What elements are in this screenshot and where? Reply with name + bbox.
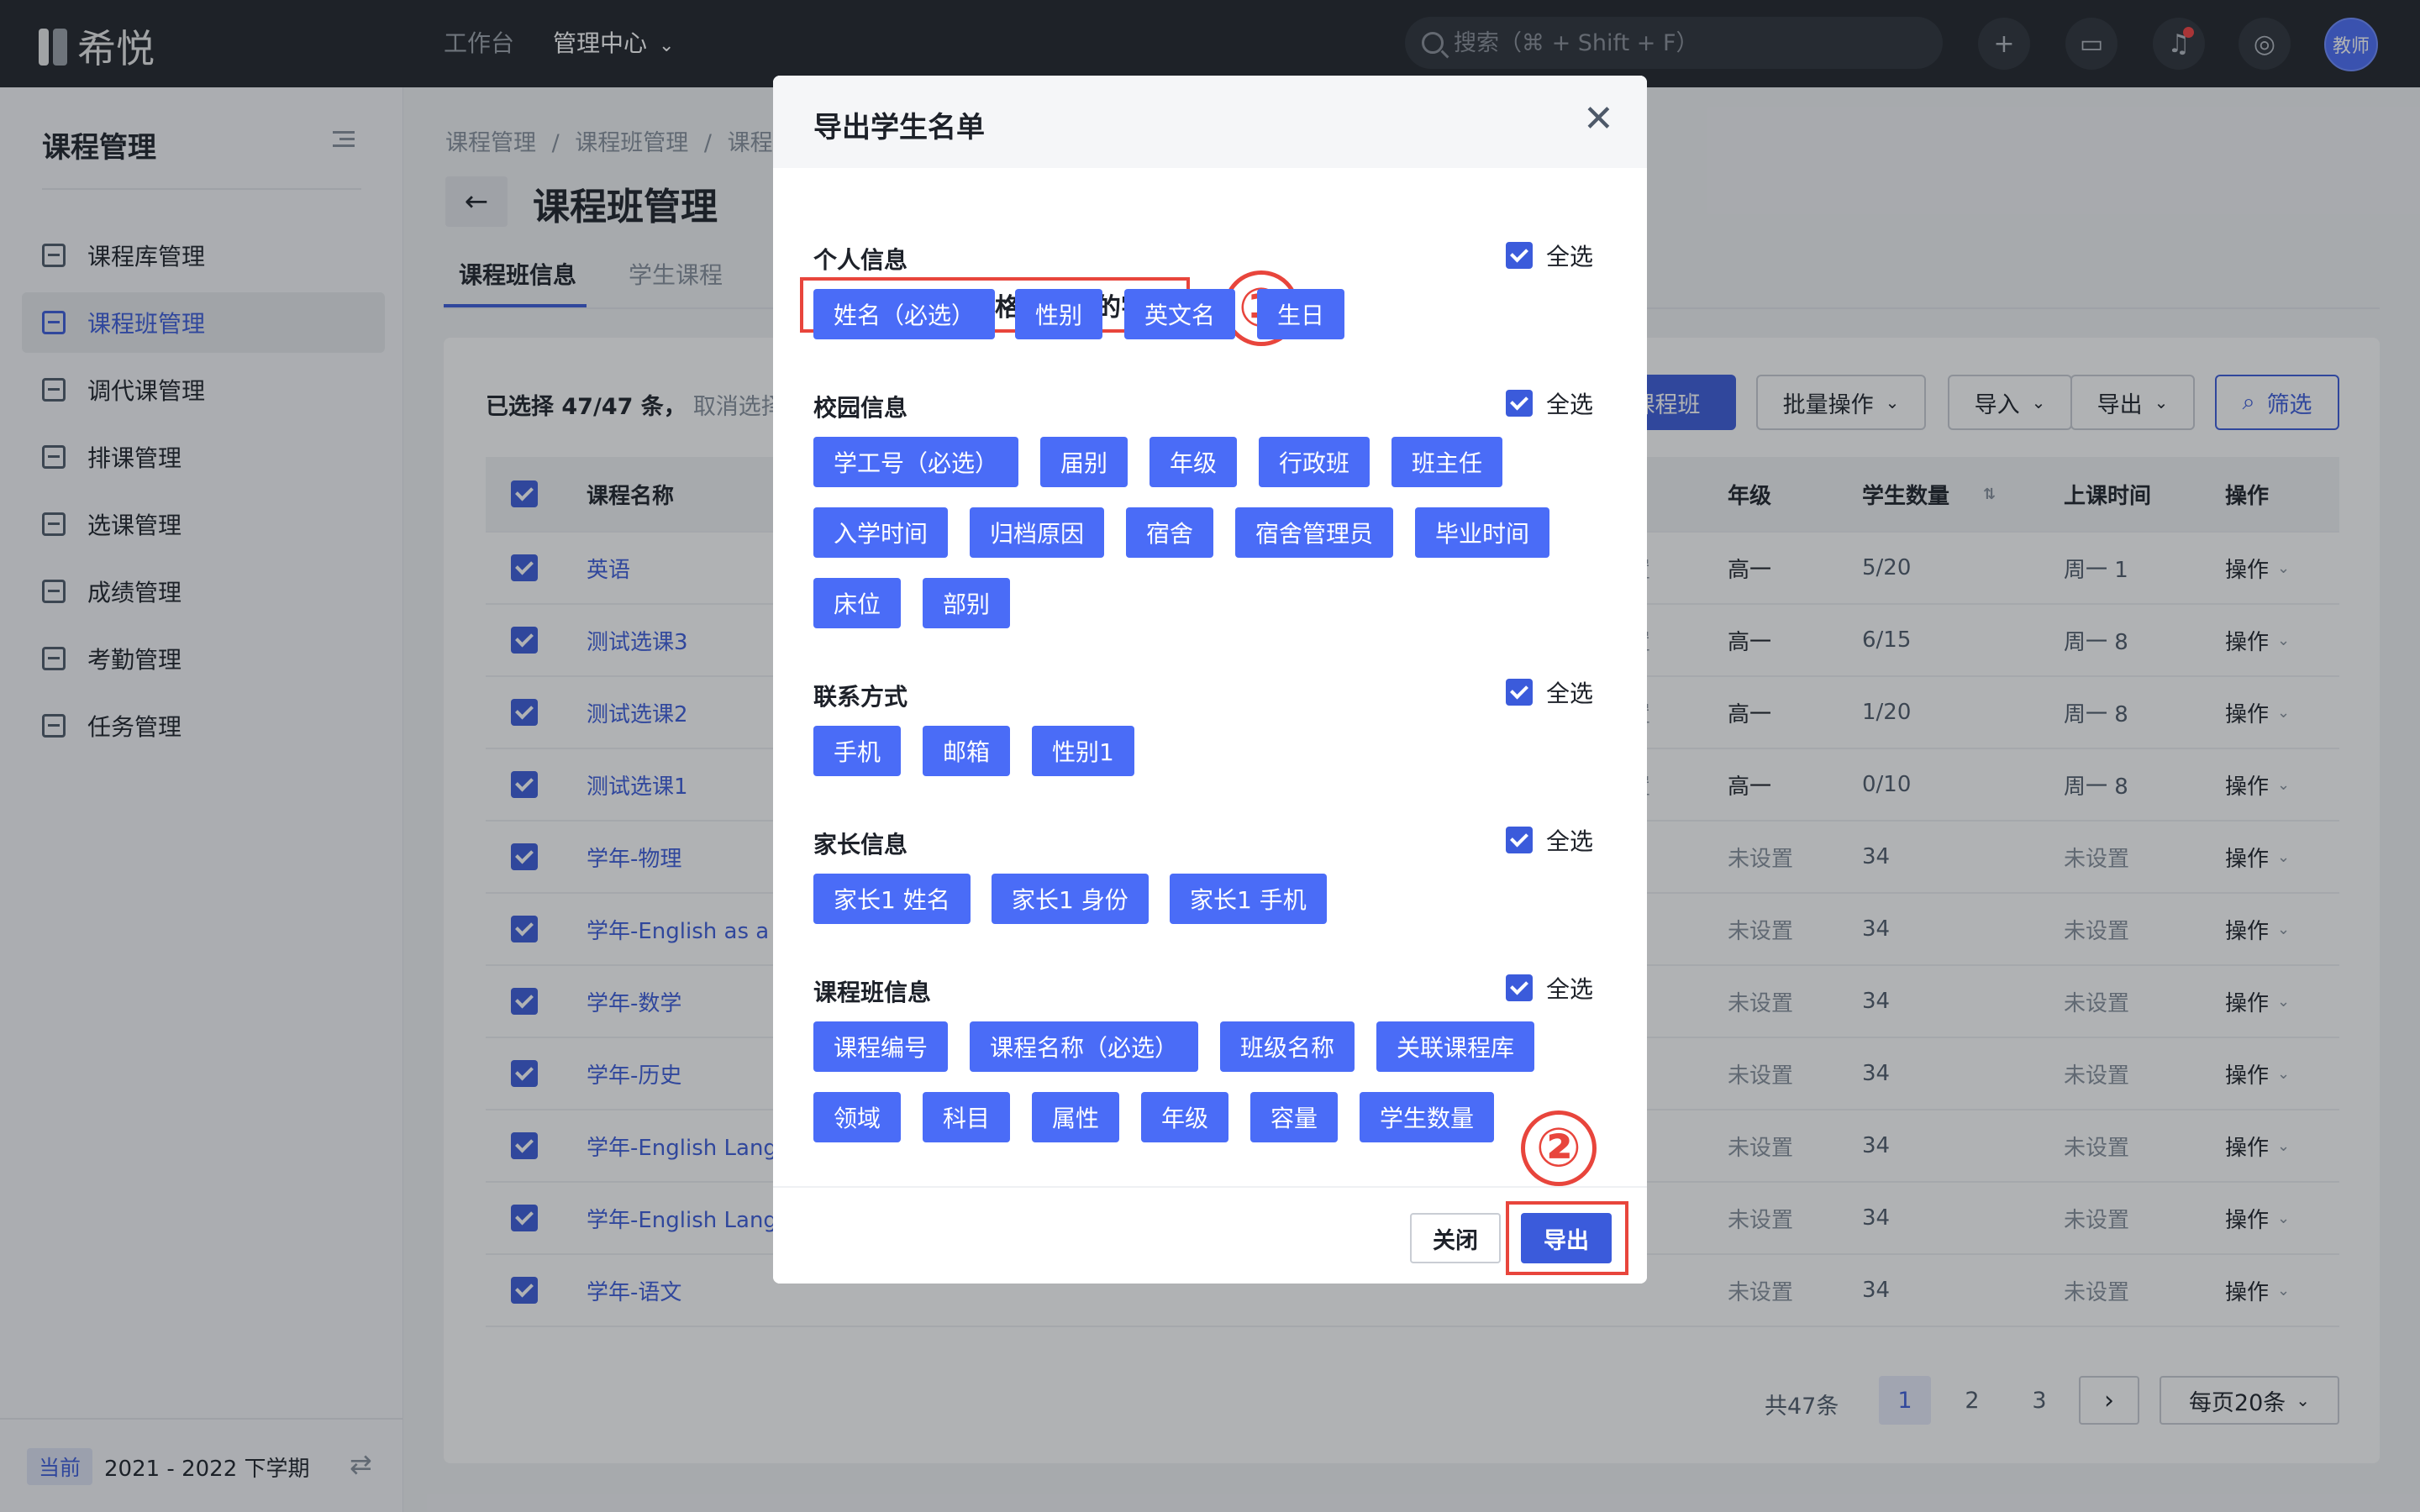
- field-chip[interactable]: 姓名（必选）: [813, 289, 996, 339]
- select-all-label: 全选: [1546, 827, 1594, 855]
- section-label: 课程班信息: [813, 979, 932, 1006]
- annotation-marker-2: ②: [1521, 1110, 1597, 1186]
- field-chip[interactable]: 行政班: [1259, 437, 1370, 487]
- field-chip[interactable]: 部别: [923, 578, 1011, 628]
- dialog-body: 请选择导出的表格中需要的字段 ① 个人信息全选姓名（必选）性别英文名生日校园信息…: [773, 168, 1647, 1265]
- field-chip[interactable]: 宿舍管理员: [1235, 507, 1394, 558]
- field-chip[interactable]: 学工号（必选）: [813, 437, 1019, 487]
- field-chip[interactable]: 生日: [1257, 289, 1345, 339]
- dialog-title: 导出学生名单: [813, 111, 985, 144]
- select-all-checkbox[interactable]: 全选: [1506, 675, 1593, 709]
- field-chip[interactable]: 床位: [813, 578, 902, 628]
- field-chip[interactable]: 入学时间: [813, 507, 949, 558]
- select-all-label: 全选: [1546, 391, 1594, 418]
- field-chip[interactable]: 容量: [1250, 1092, 1339, 1142]
- field-chip[interactable]: 家长1 姓名: [813, 874, 971, 924]
- checkbox-checked-icon: [1506, 679, 1533, 706]
- close-button[interactable]: 关闭: [1410, 1213, 1501, 1263]
- field-chip[interactable]: 届别: [1040, 437, 1128, 487]
- dialog-header: 导出学生名单 ✕: [773, 76, 1647, 168]
- select-all-checkbox[interactable]: 全选: [1506, 386, 1593, 420]
- section-label: 个人信息: [813, 246, 908, 274]
- field-chip[interactable]: 课程名称（必选）: [970, 1021, 1199, 1072]
- field-chip[interactable]: 英文名: [1124, 289, 1236, 339]
- field-chip[interactable]: 归档原因: [970, 507, 1105, 558]
- field-chip[interactable]: 关联课程库: [1376, 1021, 1535, 1072]
- section-label: 联系方式: [813, 683, 908, 711]
- checkbox-checked-icon: [1506, 827, 1533, 853]
- field-chip[interactable]: 班主任: [1392, 437, 1503, 487]
- field-chip[interactable]: 领域: [813, 1092, 902, 1142]
- section-label: 家长信息: [813, 831, 908, 858]
- field-chip[interactable]: 年级: [1150, 437, 1238, 487]
- select-all-checkbox[interactable]: 全选: [1506, 239, 1593, 272]
- field-chip[interactable]: 宿舍: [1126, 507, 1214, 558]
- export-button[interactable]: 导出: [1521, 1213, 1612, 1263]
- field-chip[interactable]: 毕业时间: [1415, 507, 1550, 558]
- select-all-label: 全选: [1546, 243, 1594, 270]
- field-chip[interactable]: 课程编号: [813, 1021, 949, 1072]
- close-icon[interactable]: ✕: [1583, 101, 1614, 138]
- field-chip[interactable]: 班级名称: [1220, 1021, 1355, 1072]
- field-chip[interactable]: 家长1 身份: [992, 874, 1149, 924]
- select-all-checkbox[interactable]: 全选: [1506, 971, 1593, 1005]
- select-all-label: 全选: [1546, 975, 1594, 1003]
- dialog-footer: ② 关闭 导出: [773, 1110, 1647, 1284]
- field-chip[interactable]: 家长1 手机: [1170, 874, 1327, 924]
- select-all-label: 全选: [1546, 680, 1594, 707]
- field-chip[interactable]: 性别: [1015, 289, 1103, 339]
- checkbox-checked-icon: [1506, 390, 1533, 417]
- field-chip[interactable]: 学生数量: [1360, 1092, 1495, 1142]
- checkbox-checked-icon: [1506, 974, 1533, 1001]
- export-student-list-dialog: 导出学生名单 ✕ 请选择导出的表格中需要的字段 ① 个人信息全选姓名（必选）性别…: [773, 76, 1647, 1284]
- field-chip[interactable]: 科目: [923, 1092, 1011, 1142]
- field-chip[interactable]: 性别1: [1032, 726, 1134, 776]
- checkbox-checked-icon: [1506, 242, 1533, 269]
- field-chip[interactable]: 属性: [1032, 1092, 1120, 1142]
- field-chip[interactable]: 手机: [813, 726, 902, 776]
- field-chip[interactable]: 年级: [1141, 1092, 1229, 1142]
- field-chip[interactable]: 邮箱: [923, 726, 1011, 776]
- section-label: 校园信息: [813, 394, 908, 422]
- select-all-checkbox[interactable]: 全选: [1506, 823, 1593, 857]
